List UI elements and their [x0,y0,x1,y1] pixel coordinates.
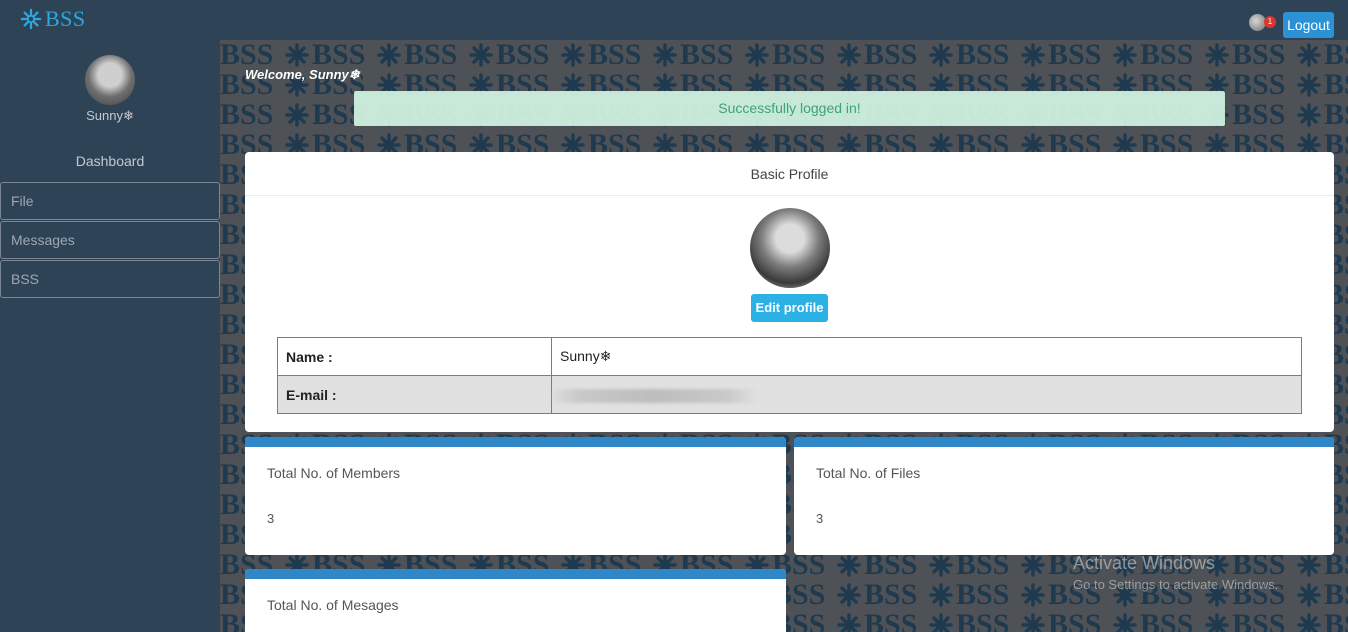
success-alert: Successfully logged in! [354,91,1225,126]
sidebar-item-messages[interactable]: Messages [0,221,220,259]
top-navbar: BSS 1 Logout [0,0,1348,40]
profile-info-table: Name : Sunny❄ E-mail : [277,337,1302,414]
watermark-line-1: Activate Windows [1073,553,1216,573]
stat-value: 3 [267,511,275,526]
redacted-email [548,388,758,403]
stat-value: 3 [816,511,824,526]
stat-card-members: Total No. of Members 3 [245,437,786,555]
stat-title: Total No. of Mesages [267,597,399,613]
email-value [548,375,1302,414]
name-label: Name : [277,337,552,376]
brand-logo[interactable]: BSS [20,6,86,32]
sidebar-avatar [85,55,135,105]
profile-card-title: Basic Profile [245,152,1334,196]
stat-card-bar [794,437,1334,447]
edit-profile-button[interactable]: Edit profile [751,294,828,322]
stat-card-bar [245,437,786,447]
sidebar: Sunny❄ Dashboard File Messages BSS [0,40,220,632]
name-value: Sunny❄ [551,337,1302,376]
stat-title: Total No. of Members [267,465,401,481]
basic-profile-card: Basic Profile Edit profile Name : Sunny❄… [245,152,1334,432]
sidebar-username: Sunny❄ [86,108,134,123]
windows-activation-watermark: Activate Windows Go to Settings to activ… [1073,553,1278,592]
table-row: Name : Sunny❄ [277,337,1302,376]
logout-button[interactable]: Logout [1283,12,1334,38]
watermark-line-2: Go to Settings to activate Windows. [1073,577,1279,592]
profile-avatar [750,208,830,288]
sidebar-item-bss[interactable]: BSS [0,260,220,298]
snowflake-icon [20,8,42,30]
table-row: E-mail : [277,375,1302,414]
stat-card-messages: Total No. of Mesages [245,569,786,632]
sidebar-item-dashboard[interactable]: Dashboard [0,153,220,169]
email-label: E-mail : [277,375,552,414]
brand-name: BSS [45,6,86,31]
stat-card-files: Total No. of Files 3 [794,437,1334,555]
notification-badge: 1 [1264,16,1276,28]
sidebar-item-file[interactable]: File [0,182,220,220]
welcome-message: Welcome, Sunny❄ [245,67,360,82]
stat-card-bar [245,569,786,579]
stat-title: Total No. of Files [816,465,921,481]
